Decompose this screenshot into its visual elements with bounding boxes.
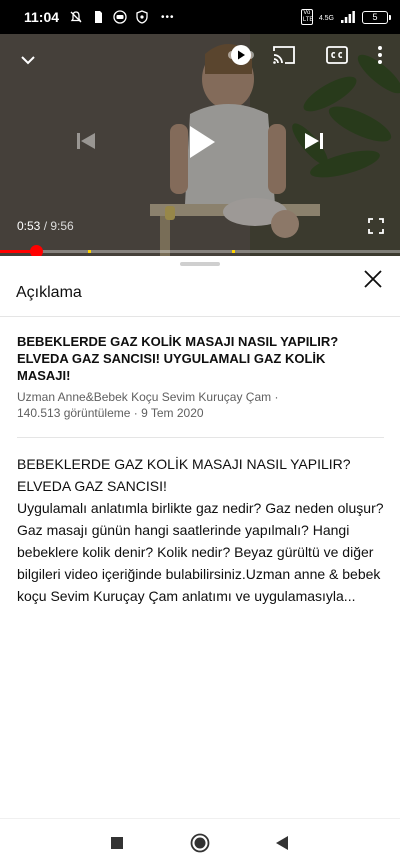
home-circle-icon (190, 833, 210, 853)
previous-button[interactable] (72, 127, 100, 155)
network-type: 4.5G (318, 15, 334, 22)
more-options-button[interactable] (368, 42, 392, 68)
cast-button[interactable] (270, 42, 298, 68)
youtube-notification-icon (113, 10, 127, 24)
recents-square-icon (111, 837, 123, 849)
home-button[interactable] (190, 833, 210, 853)
description-text: BEBEKLERDE GAZ KOLİK MASAJI NASIL YAPILI… (17, 456, 384, 604)
cc-icon (326, 46, 348, 64)
chevron-down-icon (21, 56, 35, 65)
fullscreen-button[interactable] (364, 214, 388, 238)
view-stats: 140.513 görüntüleme · 9 Tem 2020 (17, 406, 204, 420)
cast-icon (273, 46, 295, 64)
collapse-button[interactable] (14, 46, 42, 74)
signal-icon (340, 10, 356, 24)
sim-icon (91, 10, 105, 24)
divider (17, 437, 384, 438)
close-button[interactable] (358, 264, 388, 294)
battery-indicator: 5 (362, 10, 391, 24)
channel-name[interactable]: Uzman Anne&Bebek Koçu Sevim Kuruçay Çam … (17, 389, 387, 405)
skip-previous-icon (77, 133, 95, 149)
video-meta: Uzman Anne&Bebek Koçu Sevim Kuruçay Çam … (17, 389, 387, 421)
close-icon (364, 270, 382, 288)
description-panel: Açıklama BEBEKLERDE GAZ KOLİK MASAJI NAS… (0, 256, 400, 818)
panel-title: Açıklama (16, 284, 82, 301)
volte-badge: Vo LTE (300, 9, 314, 25)
autoplay-icon (228, 45, 254, 65)
play-button[interactable] (178, 118, 226, 166)
navigation-bar (0, 818, 400, 866)
seek-thumb[interactable] (29, 245, 43, 256)
chapter-marker (232, 250, 235, 253)
status-time: 11:04 (24, 9, 60, 25)
seek-bar[interactable] (0, 245, 400, 256)
status-notification-icons: ••• (69, 10, 175, 24)
time-separator: / (40, 219, 51, 233)
autoplay-toggle[interactable] (226, 44, 256, 66)
video-player[interactable]: 0:53 / 9:56 (0, 34, 400, 256)
drag-handle[interactable] (180, 262, 220, 266)
privacy-icon (135, 10, 149, 24)
video-title: BEBEKLERDE GAZ KOLİK MASAJI NASIL YAPILI… (17, 334, 339, 383)
back-button[interactable] (272, 833, 292, 853)
fullscreen-icon (368, 218, 384, 234)
description-header: Açıklama (0, 270, 400, 316)
captions-button[interactable] (324, 42, 350, 68)
current-time: 0:53 (17, 219, 41, 233)
duration: 9:56 (50, 219, 74, 233)
back-triangle-icon (276, 836, 288, 850)
status-system-icons: Vo LTE 4.5G 5 (300, 9, 391, 25)
chapter-marker (88, 250, 91, 253)
time-readout: 0:53 / 9:56 (17, 219, 74, 233)
notifications-off-icon (69, 10, 83, 24)
more-vertical-icon (378, 46, 382, 64)
status-bar: 11:04 ••• Vo LTE 4.5G 5 (0, 0, 400, 34)
next-button[interactable] (300, 127, 328, 155)
more-notifications-indicator: ••• (161, 11, 175, 23)
recents-button[interactable] (107, 833, 127, 853)
skip-next-icon (305, 133, 323, 149)
divider (0, 316, 400, 317)
play-icon (190, 126, 215, 158)
